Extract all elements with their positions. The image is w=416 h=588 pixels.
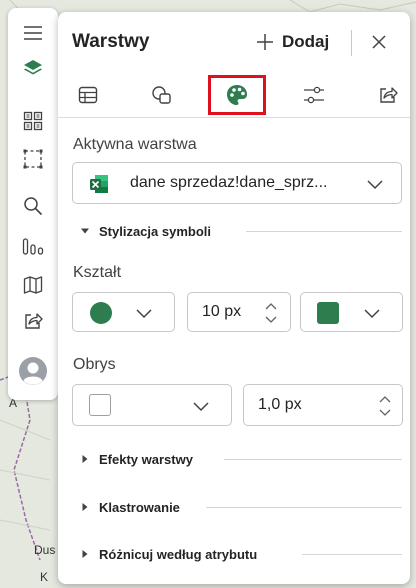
section-layer-effects-label: Efekty warstwy	[99, 451, 193, 467]
bar-chart-icon	[22, 238, 44, 255]
search-icon	[24, 197, 43, 216]
panel-tabs	[58, 74, 410, 116]
menu-button[interactable]	[8, 16, 58, 50]
share-icon	[380, 87, 398, 103]
add-button-label: Dodaj	[282, 32, 330, 51]
plus-icon	[257, 34, 273, 50]
tabs-divider	[58, 117, 410, 118]
section-vary-by-attribute-label: Różnicuj według atrybutu	[99, 546, 258, 562]
caret-down-icon	[81, 228, 89, 234]
section-divider	[206, 507, 402, 508]
close-button[interactable]	[368, 31, 390, 53]
analytics-button[interactable]	[8, 229, 58, 263]
avatar-icon	[19, 357, 47, 385]
chevron-down-icon	[136, 309, 152, 319]
hamburger-icon	[24, 26, 42, 40]
fill-color-swatch	[317, 302, 339, 324]
caret-right-icon	[82, 503, 88, 511]
section-clustering[interactable]: Klastrowanie	[80, 497, 180, 517]
panel-header: Warstwy Dodaj	[58, 12, 410, 70]
active-layer-dropdown[interactable]: dane sprzedaz!dane_sprz...	[72, 162, 402, 204]
section-layer-effects[interactable]: Efekty warstwy	[80, 449, 193, 469]
section-divider	[224, 459, 402, 460]
header-divider	[351, 30, 352, 56]
section-divider	[246, 231, 402, 232]
caret-right-icon	[82, 550, 88, 558]
outline-label: Obrys	[73, 356, 116, 373]
section-vary-by-attribute[interactable]: Różnicuj według atrybutu	[80, 544, 257, 564]
caret-right-icon	[82, 455, 88, 463]
section-symbol-styling-label: Stylizacja symboli	[99, 223, 211, 239]
stepper-arrows-icon[interactable]	[378, 393, 392, 419]
section-clustering-label: Klastrowanie	[99, 499, 180, 515]
chevron-down-icon	[193, 402, 209, 412]
tab-table[interactable]	[58, 74, 118, 116]
left-toolbar	[8, 8, 58, 400]
add-button[interactable]: Dodaj	[256, 28, 329, 56]
layers-icon	[24, 60, 42, 75]
shape-label: Kształt	[73, 264, 122, 281]
selection-box-icon	[23, 149, 43, 169]
stepper-arrows-icon[interactable]	[264, 300, 278, 326]
shapes-icon	[152, 86, 171, 104]
map-label-dus: Dus	[34, 543, 56, 557]
shape-symbol-dropdown[interactable]	[72, 292, 175, 332]
table-icon	[78, 86, 98, 104]
panel-title: Warstwy	[72, 31, 150, 52]
layers-panel: Warstwy Dodaj Aktywna warstwa dane sprze…	[58, 12, 410, 584]
shape-size-stepper[interactable]: 10 px	[187, 292, 291, 332]
outline-width-stepper[interactable]: 1,0 px	[243, 384, 403, 426]
palette-icon	[227, 85, 247, 105]
shape-size-value: 10 px	[202, 303, 242, 320]
tab-properties[interactable]	[284, 74, 344, 116]
tab-shapes[interactable]	[132, 74, 192, 116]
outline-width-value: 1,0 px	[258, 396, 302, 413]
sliders-icon	[304, 86, 324, 104]
account-button[interactable]	[8, 354, 58, 388]
outline-color-dropdown[interactable]	[72, 384, 232, 426]
tab-share[interactable]	[358, 74, 410, 116]
chevron-down-icon	[364, 309, 380, 319]
section-divider	[302, 554, 402, 555]
grid-tiles-icon	[23, 111, 43, 131]
section-symbol-styling[interactable]: Stylizacja symboli	[80, 221, 211, 241]
share-toolbar-button[interactable]	[8, 304, 58, 338]
chevron-down-icon	[367, 180, 383, 190]
shape-fill-color-dropdown[interactable]	[300, 292, 403, 332]
basemap-button[interactable]	[8, 268, 58, 302]
outline-color-swatch	[89, 394, 111, 416]
map-icon	[23, 276, 43, 294]
select-area-button[interactable]	[8, 142, 58, 176]
map-label-k: K	[40, 570, 49, 584]
basemap-grid-button[interactable]	[8, 104, 58, 138]
share-icon	[25, 313, 43, 329]
close-icon	[372, 35, 386, 49]
active-layer-value: dane sprzedaz!dane_sprz...	[130, 174, 328, 191]
tab-styling[interactable]	[208, 75, 266, 115]
layers-button[interactable]	[8, 51, 58, 85]
search-button[interactable]	[8, 189, 58, 223]
excel-icon	[90, 175, 108, 193]
active-layer-label: Aktywna warstwa	[73, 136, 197, 153]
circle-symbol-icon	[90, 302, 112, 324]
